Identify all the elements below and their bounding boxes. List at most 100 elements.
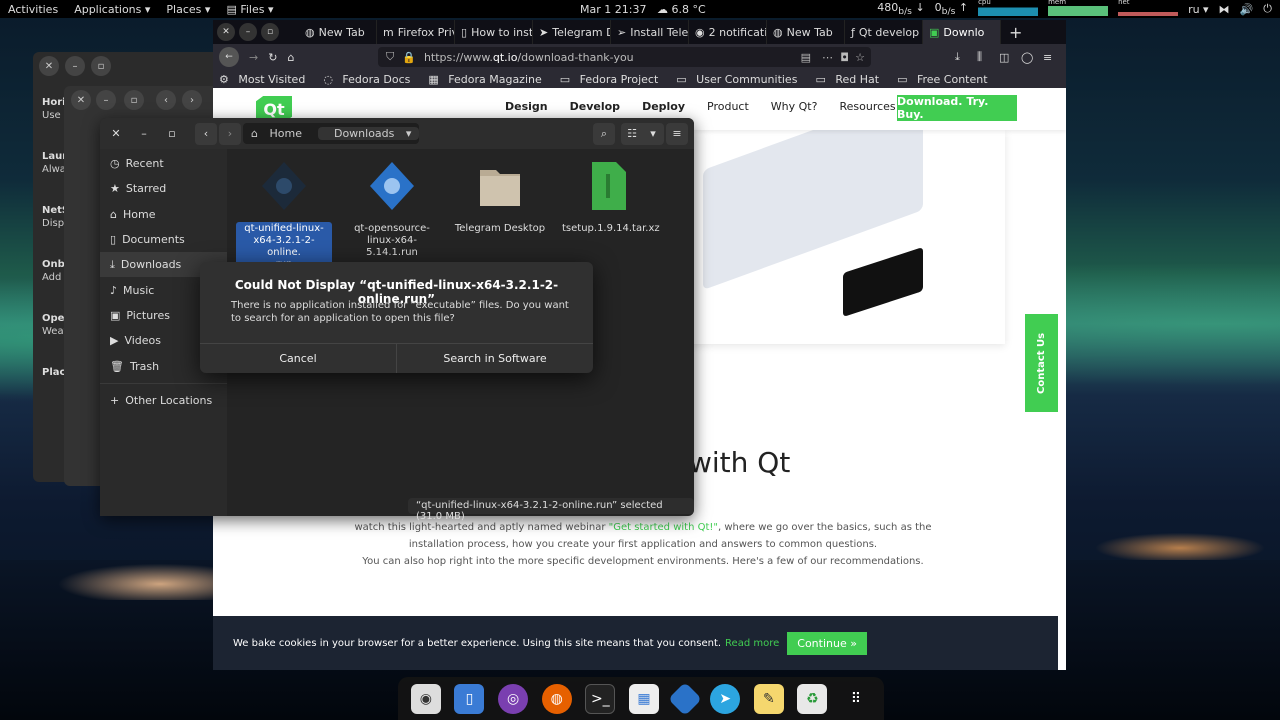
webinar-link[interactable]: "Get started with Qt!" <box>609 522 718 533</box>
file-item[interactable]: qt-opensource-linux-x64-5.14.1.run <box>344 160 440 260</box>
cpu-graph[interactable]: cpu <box>978 0 1039 16</box>
terminal-icon[interactable]: >_ <box>585 683 616 714</box>
browser-tab[interactable]: ▯ How to inst <box>455 20 533 44</box>
mem-graph[interactable]: mem <box>1048 0 1109 16</box>
menu-icon[interactable]: ≡ <box>1043 51 1052 64</box>
forward-icon[interactable]: → <box>249 51 258 64</box>
new-tab-icon[interactable]: + <box>1009 23 1022 42</box>
notes-icon[interactable]: ✎ <box>753 683 784 714</box>
forward-icon[interactable]: › <box>182 90 202 110</box>
list-view-icon[interactable]: ☷ <box>621 122 643 145</box>
back-icon[interactable]: ← <box>219 47 239 67</box>
sidebar-item-other-locations[interactable]: + Other Locations <box>100 388 227 413</box>
bookmark-most-visited[interactable]: ⚙ Most Visited <box>219 73 311 86</box>
maximize-icon[interactable]: ▫ <box>161 123 183 145</box>
path-bar: ⌂ Home Downloads ▾ <box>243 123 420 144</box>
continue-button[interactable]: Continue » <box>787 631 867 655</box>
nav-resources[interactable]: Resources <box>839 100 895 114</box>
bookmark-red-hat[interactable]: ▭ Red Hat <box>815 73 885 86</box>
telegram-icon[interactable]: ➤ <box>710 683 741 714</box>
sidebar-item-starred[interactable]: ★ Starred <box>100 176 227 201</box>
browser-tab[interactable]: ƒ Qt develop <box>845 20 923 44</box>
minimize-icon[interactable]: – <box>96 90 116 110</box>
bookmark-free-content[interactable]: ▭ Free Content <box>897 73 993 86</box>
browser-tab[interactable]: m Firefox Priv <box>377 20 455 44</box>
sidebar-icon[interactable]: ◫ <box>999 51 1009 64</box>
arrow-down-icon: ↓ <box>915 0 925 14</box>
power-icon[interactable]: ⏻ <box>1263 2 1272 16</box>
nav-deploy[interactable]: Deploy <box>642 100 685 114</box>
tor-icon[interactable]: ◎ <box>498 683 529 714</box>
sidebar-item-documents[interactable]: ▯ Documents <box>100 227 227 252</box>
nav-why-qt[interactable]: Why Qt? <box>771 100 818 114</box>
minimize-icon[interactable]: – <box>65 56 85 76</box>
browser-tab[interactable]: ➤ Telegram D <box>533 20 611 44</box>
download-cta-button[interactable]: Download. Try. Buy. <box>897 95 1017 121</box>
files-app-menu[interactable]: ▤ Files ▾ <box>218 3 281 16</box>
file-item[interactable]: tsetup.1.9.14.tar.xz <box>560 160 660 236</box>
chevron-down-icon[interactable]: ▾ <box>642 122 664 145</box>
account-icon[interactable]: ◯ <box>1021 51 1033 64</box>
path-downloads[interactable]: Downloads ▾ <box>317 127 420 140</box>
files-icon[interactable]: ▯ <box>454 683 485 714</box>
sidebar-item-home[interactable]: ⌂ Home <box>100 202 227 227</box>
search-icon[interactable]: ⌕ <box>593 122 615 145</box>
places-menu[interactable]: Places ▾ <box>158 3 218 16</box>
library-icon[interactable]: ⫼ <box>977 50 982 64</box>
network-icon[interactable]: ⧓ <box>1219 3 1230 16</box>
nav-develop[interactable]: Develop <box>570 100 620 114</box>
file-item[interactable]: Telegram Desktop <box>452 160 548 236</box>
applications-menu[interactable]: Applications ▾ <box>66 3 158 16</box>
bookmark-fedora-magazine[interactable]: ▦ Fedora Magazine <box>428 73 547 86</box>
bookmark-fedora-docs[interactable]: ◌ Fedora Docs <box>323 73 416 86</box>
cancel-button[interactable]: Cancel <box>200 344 396 373</box>
browser-tab[interactable]: ◍ New Tab <box>299 20 377 44</box>
language-indicator[interactable]: ru ▾ <box>1188 3 1209 16</box>
minimize-icon[interactable]: – <box>133 123 155 145</box>
clock-weather[interactable]: Mar 1 21:37 ☁ 6.8 °C <box>580 3 706 16</box>
maximize-icon[interactable]: ▫ <box>91 56 111 76</box>
store-icon[interactable]: ▦ <box>628 683 659 714</box>
close-icon[interactable]: ✕ <box>39 56 59 76</box>
sidebar-item-recent[interactable]: ◷ Recent <box>100 151 227 176</box>
qt-icon[interactable] <box>667 681 702 716</box>
pocket-icon[interactable]: ◘ <box>840 51 849 64</box>
browser-tab[interactable]: ◍ New Tab <box>767 20 845 44</box>
back-icon[interactable]: ‹ <box>156 90 176 110</box>
bookmark-user-communities[interactable]: ▭ User Communities <box>676 73 803 86</box>
nav-product[interactable]: Product <box>707 100 749 114</box>
minimize-icon[interactable]: – <box>239 23 257 41</box>
browser-tab[interactable]: ➢ Install Tele <box>611 20 689 44</box>
close-icon[interactable]: ✕ <box>105 123 127 145</box>
activities-button[interactable]: Activities <box>0 3 66 16</box>
volume-icon[interactable]: 🔊 <box>1240 3 1254 16</box>
read-more-link[interactable]: Read more <box>725 638 779 649</box>
close-icon[interactable]: ✕ <box>217 23 235 41</box>
home-icon[interactable]: ⌂ <box>287 51 294 64</box>
star-icon[interactable]: ☆ <box>855 51 865 64</box>
vinyl-icon[interactable]: ◉ <box>410 683 441 714</box>
apps-grid-icon[interactable]: ⠿ <box>841 684 871 714</box>
contact-us-tab[interactable]: Contact Us <box>1025 314 1058 412</box>
firefox-icon[interactable]: ◍ <box>541 683 572 714</box>
url-bar[interactable]: ⛉ 🔒 https://www.qt.io/download-thank-you… <box>378 47 871 67</box>
back-icon[interactable]: ‹ <box>195 122 217 145</box>
file-item[interactable]: qt-unified-linux-x64-3.2.1-2-online.run <box>236 160 332 272</box>
trash-icon[interactable]: ♻ <box>797 683 828 714</box>
download-icon[interactable]: ⤓ <box>955 50 960 64</box>
maximize-icon[interactable]: ▫ <box>261 23 279 41</box>
search-in-software-button[interactable]: Search in Software <box>396 344 593 373</box>
bookmark-fedora-project[interactable]: ▭ Fedora Project <box>560 73 665 86</box>
reload-icon[interactable]: ↻ <box>268 51 277 64</box>
forward-icon[interactable]: › <box>219 122 241 145</box>
close-icon[interactable]: ✕ <box>71 90 91 110</box>
menu-icon[interactable]: ≡ <box>666 122 688 145</box>
browser-tab[interactable]: ◉ 2 notificati <box>689 20 767 44</box>
path-home[interactable]: ⌂ Home <box>243 127 318 140</box>
maximize-icon[interactable]: ▫ <box>124 90 144 110</box>
net-graph[interactable]: net <box>1118 0 1179 16</box>
more-icon[interactable]: ⋯ <box>822 51 833 64</box>
browser-tab-active[interactable]: ▣ Downlo <box>923 20 1001 44</box>
nav-design[interactable]: Design <box>505 100 548 114</box>
reader-icon[interactable]: ▤ <box>801 51 811 64</box>
